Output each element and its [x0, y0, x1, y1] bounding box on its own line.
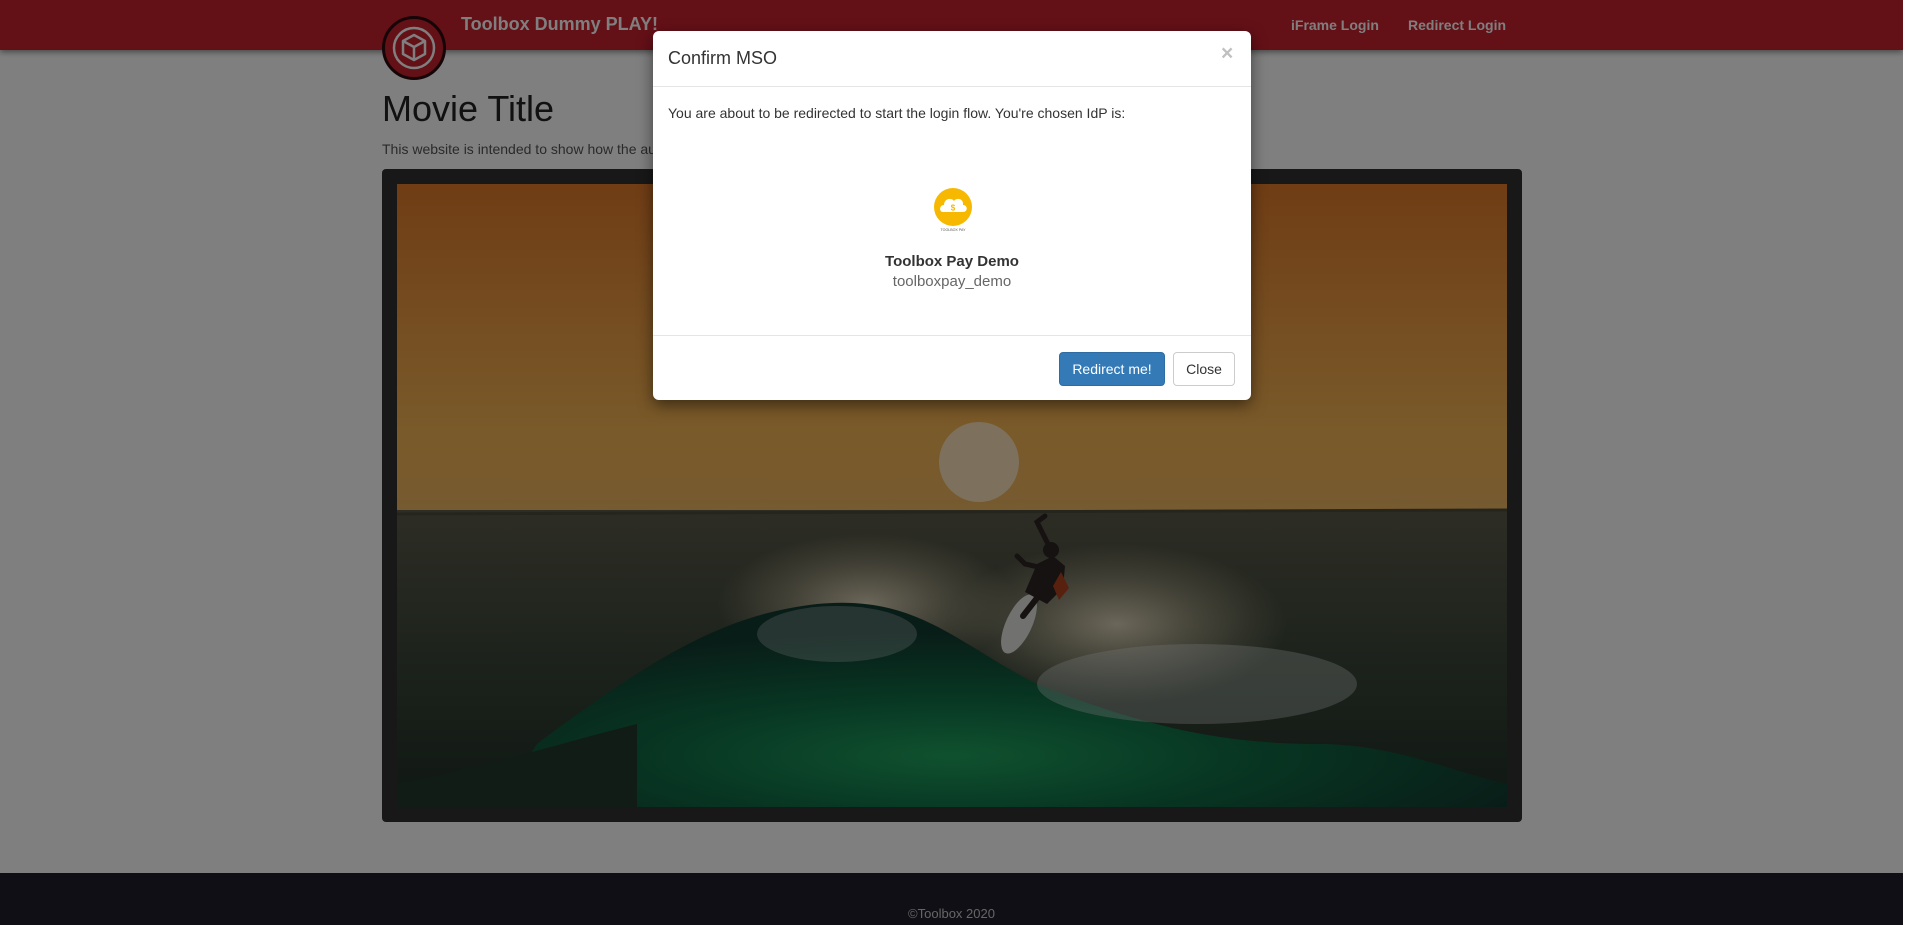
- idp-name: Toolbox Pay Demo: [885, 253, 1019, 270]
- svg-text:$: $: [951, 204, 956, 213]
- modal-footer: Redirect me! Close: [653, 335, 1251, 400]
- cloud-dollar-icon: $ TOOLBOX PAY: [931, 188, 975, 232]
- confirm-mso-dialog: Confirm MSO × You are about to be redire…: [653, 31, 1251, 400]
- modal-title: Confirm MSO: [668, 48, 778, 68]
- modal-header: Confirm MSO ×: [653, 31, 1251, 87]
- close-button[interactable]: Close: [1173, 352, 1235, 386]
- redirect-message: You are about to be redirected to start …: [668, 105, 1126, 121]
- close-icon[interactable]: ×: [1221, 43, 1233, 64]
- scrollbar-track[interactable]: [1903, 0, 1920, 925]
- idp-logo-caption: TOOLBOX PAY: [941, 228, 967, 232]
- redirect-me-button[interactable]: Redirect me!: [1059, 352, 1165, 386]
- idp-identifier: toolboxpay_demo: [892, 273, 1012, 290]
